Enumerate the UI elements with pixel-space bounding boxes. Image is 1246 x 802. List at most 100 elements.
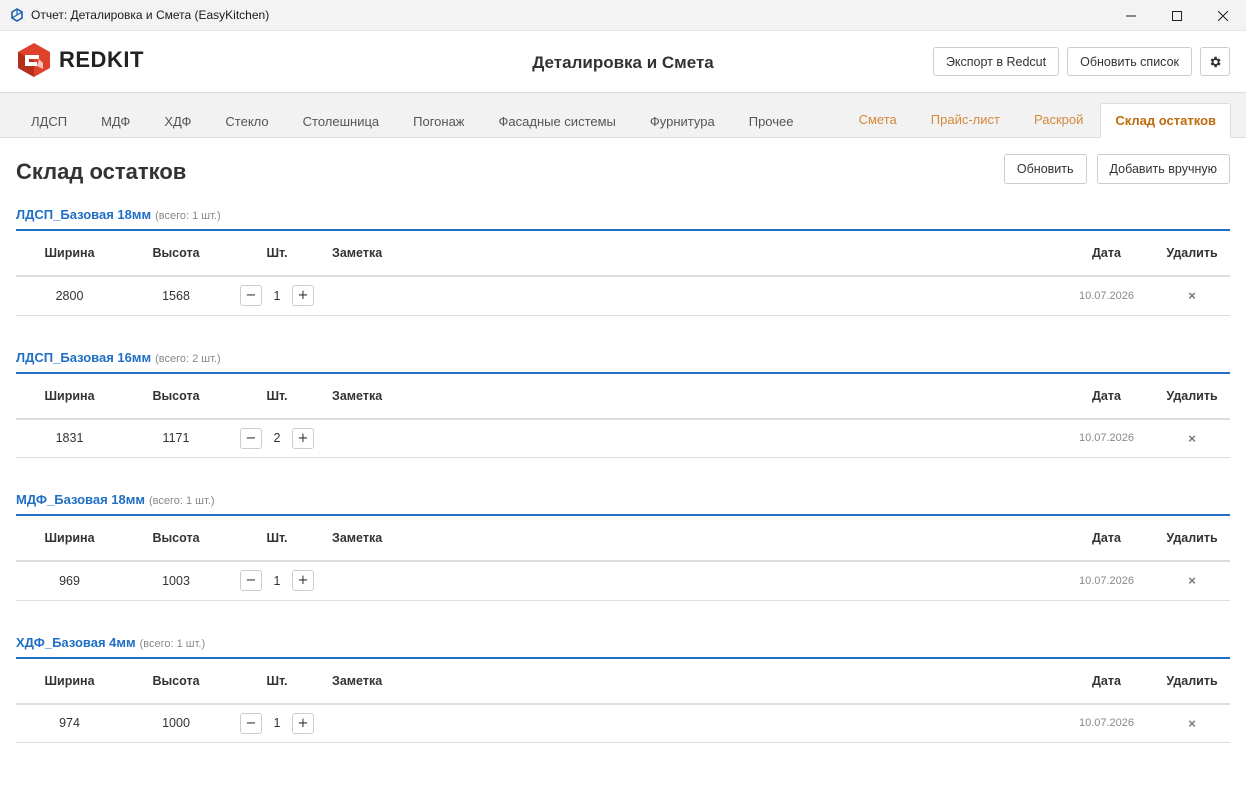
col-width: Ширина	[16, 231, 123, 277]
cell-delete: ×	[1154, 276, 1230, 316]
tab-cutting[interactable]: Раскрой	[1017, 103, 1100, 135]
tab-price-list[interactable]: Прайс-лист	[914, 103, 1017, 135]
cell-note[interactable]	[325, 561, 1059, 601]
col-note: Заметка	[325, 231, 1059, 277]
group-header: МДФ_Базовая 18мм (всего: 1 шт.)	[16, 487, 1230, 516]
cell-delete: ×	[1154, 561, 1230, 601]
cell-height: 1000	[123, 703, 229, 743]
cell-width: 2800	[16, 276, 123, 316]
maximize-icon[interactable]	[1154, 0, 1200, 31]
col-qty: Шт.	[229, 658, 325, 705]
tab-glass[interactable]: Стекло	[208, 105, 285, 137]
group-name: ХДФ_Базовая 4мм	[16, 634, 136, 650]
group-count: (всего: 1 шт.)	[149, 495, 215, 507]
quantity-stepper: − 1 +	[240, 285, 314, 307]
group-header: ЛДСП_Базовая 16мм (всего: 2 шт.)	[16, 345, 1230, 374]
table-header-row: Ширина Высота Шт. Заметка Дата Удалить	[16, 516, 1230, 562]
group-name: ЛДСП_Базовая 16мм	[16, 349, 152, 365]
material-group: ЛДСП_Базовая 18мм (всего: 1 шт.) Ширина …	[16, 202, 1230, 316]
window-titlebar: Отчет: Деталировка и Смета (EasyKitchen)	[0, 0, 1246, 31]
minimize-icon[interactable]	[1108, 0, 1154, 31]
col-width: Ширина	[16, 516, 123, 562]
decrement-button[interactable]: −	[240, 285, 262, 307]
decrement-button[interactable]: −	[240, 712, 262, 734]
cell-delete: ×	[1154, 703, 1230, 743]
group-count: (всего: 1 шт.)	[139, 637, 206, 650]
cell-width: 1831	[16, 418, 123, 458]
table-header-row: Ширина Высота Шт. Заметка Дата Удалить	[16, 373, 1230, 420]
tab-ldsp[interactable]: ЛДСП	[14, 105, 84, 137]
quantity-value: 1	[273, 716, 281, 731]
col-height: Высота	[123, 516, 229, 562]
table-row: 1831 1171 − 2 + 10.07.2026 ×	[16, 418, 1230, 458]
tab-hdf[interactable]: ХДФ	[147, 105, 208, 137]
page-title: Склад остатков	[16, 159, 187, 184]
increment-button[interactable]: +	[292, 712, 314, 734]
redkit-logo-icon	[18, 43, 50, 77]
decrement-button[interactable]: −	[240, 570, 262, 592]
window-title: Отчет: Деталировка и Смета (EasyKitchen)	[31, 8, 270, 22]
export-redcut-button[interactable]: Экспорт в Redcut	[932, 47, 1060, 76]
decrement-button[interactable]: −	[240, 427, 262, 449]
col-width: Ширина	[16, 658, 123, 705]
tab-remnants-stock[interactable]: Склад остатков	[1100, 103, 1231, 138]
col-qty: Шт.	[229, 231, 325, 277]
quantity-value: 2	[273, 431, 281, 446]
quantity-stepper: − 2 +	[240, 427, 314, 449]
cell-qty: − 2 +	[229, 418, 325, 458]
cell-note[interactable]	[325, 276, 1059, 316]
window-controls	[1108, 0, 1246, 31]
increment-button[interactable]: +	[292, 570, 314, 592]
cell-date: 10.07.2026	[1059, 418, 1154, 458]
group-name: МДФ_Базовая 18мм	[16, 492, 145, 507]
col-date: Дата	[1059, 231, 1154, 277]
col-date: Дата	[1059, 373, 1154, 420]
refresh-button[interactable]: Обновить	[1003, 154, 1087, 184]
group-name: ЛДСП_Базовая 18мм	[16, 207, 152, 222]
tab-countertop[interactable]: Столешница	[286, 105, 397, 137]
remnants-table: Ширина Высота Шт. Заметка Дата Удалить 9…	[16, 658, 1230, 743]
delete-icon[interactable]: ×	[1188, 288, 1196, 303]
col-delete: Удалить	[1154, 231, 1230, 277]
delete-icon[interactable]: ×	[1188, 431, 1196, 446]
col-delete: Удалить	[1154, 516, 1230, 562]
refresh-list-button[interactable]: Обновить список	[1067, 47, 1192, 76]
quantity-stepper: − 1 +	[240, 570, 314, 592]
add-manual-button[interactable]: Добавить вручную	[1096, 154, 1230, 184]
col-height: Высота	[123, 231, 229, 277]
col-date: Дата	[1059, 516, 1154, 562]
cell-date: 10.07.2026	[1059, 561, 1154, 601]
delete-icon[interactable]: ×	[1188, 573, 1196, 588]
table-row: 2800 1568 − 1 + 10.07.2026 ×	[16, 276, 1230, 316]
cell-qty: − 1 +	[229, 276, 325, 316]
close-icon[interactable]	[1200, 0, 1246, 31]
tab-estimate[interactable]: Смета	[842, 103, 914, 135]
material-group: МДФ_Базовая 18мм (всего: 1 шт.) Ширина В…	[16, 487, 1230, 601]
increment-button[interactable]: +	[292, 427, 314, 449]
tab-mdf[interactable]: МДФ	[84, 105, 147, 137]
cell-note[interactable]	[325, 703, 1059, 743]
cell-width: 974	[16, 703, 123, 743]
increment-button[interactable]: +	[292, 285, 314, 307]
table-header-row: Ширина Высота Шт. Заметка Дата Удалить	[16, 231, 1230, 277]
tab-hardware[interactable]: Фурнитура	[633, 105, 732, 137]
col-height: Высота	[123, 373, 229, 420]
tab-bar: ЛДСП МДФ ХДФ Стекло Столешница Погонаж Ф…	[0, 93, 1246, 138]
gear-icon	[1210, 56, 1221, 67]
cell-height: 1568	[123, 276, 229, 316]
settings-button[interactable]	[1200, 47, 1230, 76]
remnants-table: Ширина Высота Шт. Заметка Дата Удалить 2…	[16, 231, 1230, 316]
quantity-stepper: − 1 +	[240, 712, 314, 734]
material-group: ЛДСП_Базовая 16мм (всего: 2 шт.) Ширина …	[16, 345, 1230, 458]
report-tabs: Смета Прайс-лист Раскрой Склад остатков	[842, 103, 1231, 138]
table-row: 974 1000 − 1 + 10.07.2026 ×	[16, 703, 1230, 743]
material-tabs: ЛДСП МДФ ХДФ Стекло Столешница Погонаж Ф…	[14, 105, 810, 137]
col-qty: Шт.	[229, 516, 325, 562]
cell-note[interactable]	[325, 418, 1059, 458]
tab-moldings[interactable]: Погонаж	[396, 105, 481, 137]
tab-other[interactable]: Прочее	[732, 105, 811, 137]
tab-facade-systems[interactable]: Фасадные системы	[482, 105, 633, 137]
delete-icon[interactable]: ×	[1188, 716, 1196, 731]
logo: REDKIT	[15, 41, 144, 79]
app-header: REDKIT Деталировка и Смета Экспорт в Red…	[0, 31, 1246, 93]
